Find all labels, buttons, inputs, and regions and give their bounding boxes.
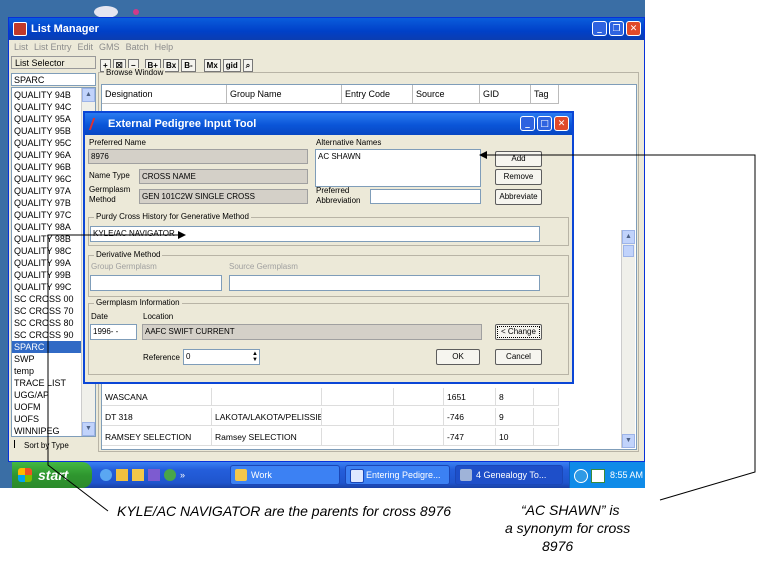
synonym-arrow	[479, 151, 756, 501]
synonym-annotation-line2: a synonym for cross	[505, 520, 631, 536]
parents-arrow	[47, 231, 186, 512]
synonym-annotation-line3: 8976	[542, 538, 574, 554]
parents-annotation: KYLE/AC NAVIGATOR are the parents for cr…	[117, 503, 452, 519]
synonym-annotation-line1: “AC SHAWN” is	[521, 502, 620, 518]
annotation-arrows	[47, 151, 756, 512]
